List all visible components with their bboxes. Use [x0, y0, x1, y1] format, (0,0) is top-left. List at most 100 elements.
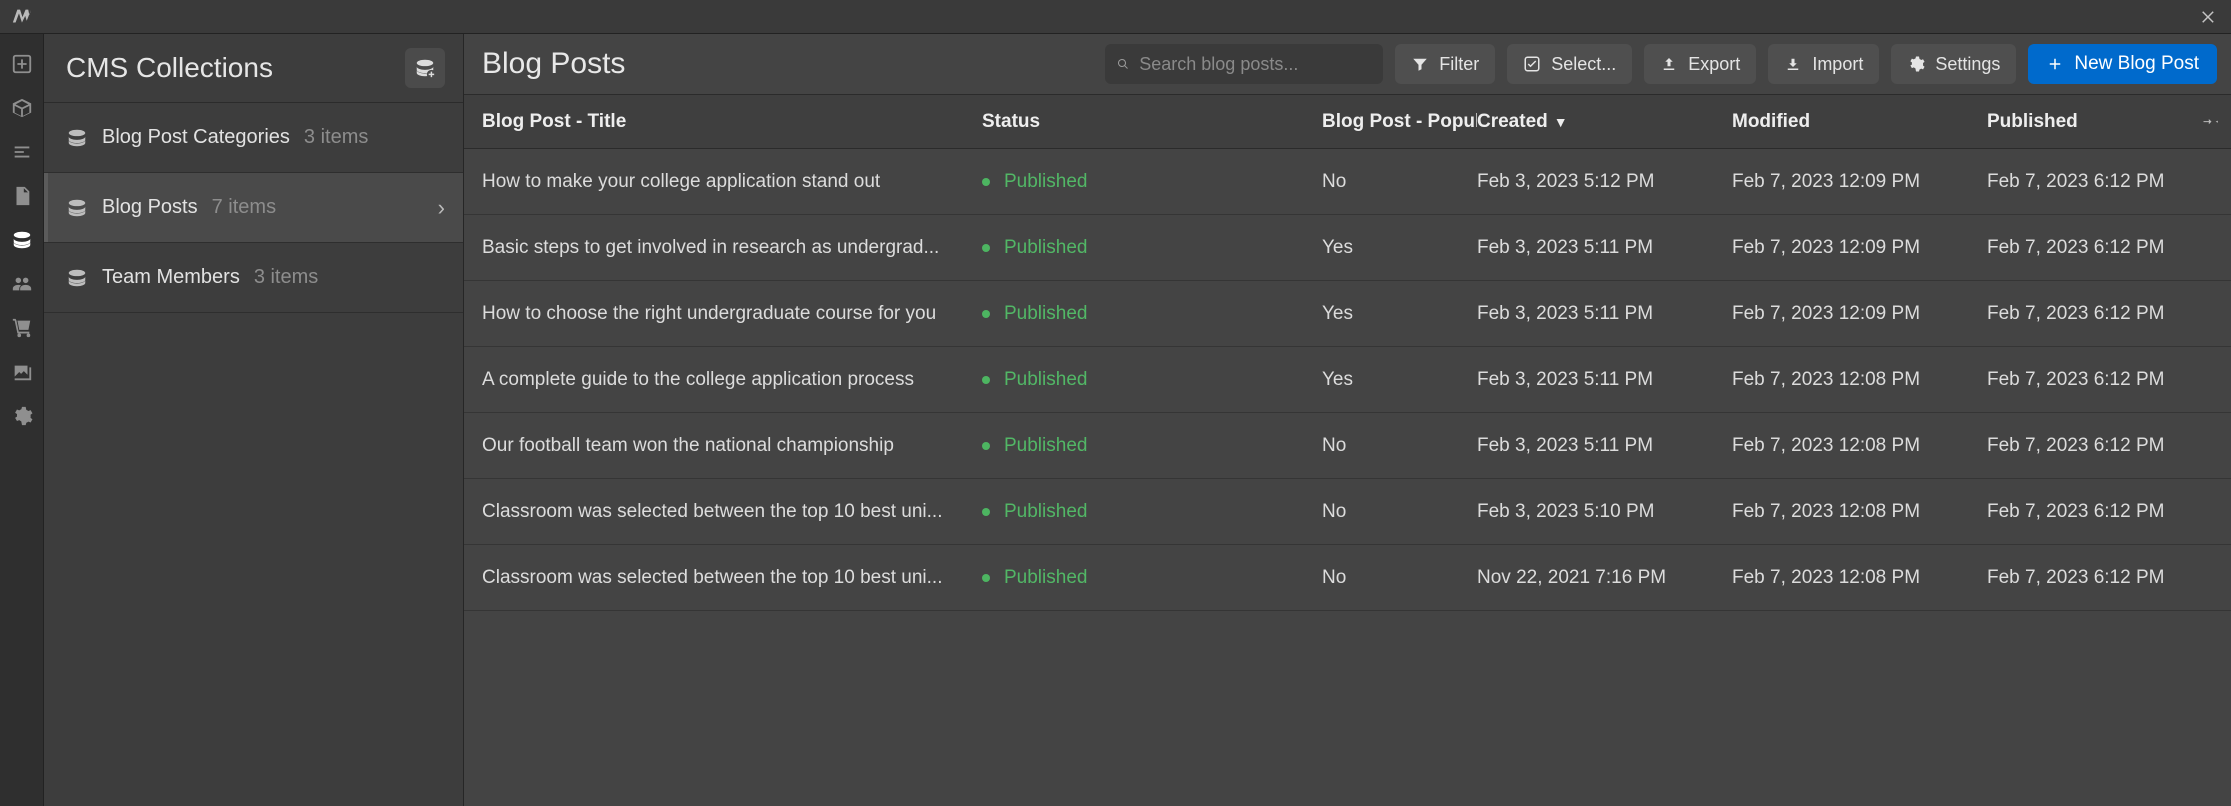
cms-icon[interactable]: [0, 218, 44, 262]
col-popular[interactable]: Blog Post - Popular: [1322, 111, 1477, 133]
cell-published: Feb 7, 2023 6:12 PM: [1987, 237, 2219, 259]
collections-sidebar: CMS Collections Blog Post Categories3 it…: [44, 34, 464, 806]
status-text: Published: [1004, 369, 1087, 391]
col-created[interactable]: Created▼: [1477, 111, 1732, 133]
cell-created: Feb 3, 2023 5:10 PM: [1477, 501, 1732, 523]
cell-created: Feb 3, 2023 5:11 PM: [1477, 237, 1732, 259]
cell-created: Feb 3, 2023 5:12 PM: [1477, 171, 1732, 193]
content-area: Blog Posts Filter Select... Export: [464, 34, 2231, 806]
plus-icon: [2046, 55, 2064, 73]
cell-published: Feb 7, 2023 6:12 PM: [1987, 567, 2219, 589]
cell-title: How to make your college application sta…: [482, 171, 982, 193]
cell-modified: Feb 7, 2023 12:09 PM: [1732, 171, 1987, 193]
collection-count: 3 items: [304, 126, 368, 149]
filter-button[interactable]: Filter: [1395, 44, 1495, 84]
status-dot-icon: [982, 574, 990, 582]
sort-desc-icon: ▼: [1554, 114, 1568, 130]
status-text: Published: [1004, 171, 1087, 193]
cell-status: Published: [982, 435, 1322, 457]
cell-status: Published: [982, 501, 1322, 523]
collection-name: Blog Post Categories: [102, 126, 290, 149]
collection-count: 7 items: [212, 196, 276, 219]
cell-popular: No: [1322, 171, 1477, 193]
status-dot-icon: [982, 376, 990, 384]
cell-published: Feb 7, 2023 6:12 PM: [1987, 369, 2219, 391]
cell-status: Published: [982, 237, 1322, 259]
cell-created: Feb 3, 2023 5:11 PM: [1477, 303, 1732, 325]
collection-item[interactable]: Blog Posts 7 items ›: [44, 173, 463, 243]
status-text: Published: [1004, 567, 1087, 589]
cell-created: Nov 22, 2021 7:16 PM: [1477, 567, 1732, 589]
webflow-logo-icon[interactable]: [0, 6, 44, 28]
assets-icon[interactable]: [0, 350, 44, 394]
table-row[interactable]: Our football team won the national champ…: [464, 413, 2231, 479]
checklist-icon: [1523, 55, 1541, 73]
cell-title: A complete guide to the college applicat…: [482, 369, 982, 391]
cell-modified: Feb 7, 2023 12:08 PM: [1732, 369, 1987, 391]
table-row[interactable]: How to choose the right undergraduate co…: [464, 281, 2231, 347]
col-published[interactable]: Published: [1987, 111, 2219, 133]
cell-status: Published: [982, 171, 1322, 193]
col-title[interactable]: Blog Post - Title: [482, 111, 982, 133]
table-row[interactable]: Classroom was selected between the top 1…: [464, 545, 2231, 611]
settings-button[interactable]: Settings: [1891, 44, 2016, 84]
import-button[interactable]: Import: [1768, 44, 1879, 84]
search-input[interactable]: [1139, 54, 1371, 75]
cell-title: How to choose the right undergraduate co…: [482, 303, 982, 325]
cell-modified: Feb 7, 2023 12:08 PM: [1732, 501, 1987, 523]
settings-rail-icon[interactable]: [0, 394, 44, 438]
cell-popular: Yes: [1322, 237, 1477, 259]
content-title: Blog Posts: [482, 47, 625, 81]
export-button[interactable]: Export: [1644, 44, 1756, 84]
box-icon[interactable]: [0, 86, 44, 130]
collection-item[interactable]: Blog Post Categories 3 items: [44, 103, 463, 173]
cell-modified: Feb 7, 2023 12:08 PM: [1732, 567, 1987, 589]
cell-title: Classroom was selected between the top 1…: [482, 567, 982, 589]
status-dot-icon: [982, 442, 990, 450]
export-icon: [1660, 55, 1678, 73]
table-row[interactable]: Basic steps to get involved in research …: [464, 215, 2231, 281]
page-icon[interactable]: [0, 174, 44, 218]
cell-published: Feb 7, 2023 6:12 PM: [1987, 435, 2219, 457]
table-row[interactable]: Classroom was selected between the top 1…: [464, 479, 2231, 545]
cell-modified: Feb 7, 2023 12:09 PM: [1732, 237, 1987, 259]
table-row[interactable]: A complete guide to the college applicat…: [464, 347, 2231, 413]
search-input-wrap[interactable]: [1105, 44, 1383, 84]
collection-name: Blog Posts: [102, 196, 198, 219]
ecommerce-icon[interactable]: [0, 306, 44, 350]
cell-status: Published: [982, 303, 1322, 325]
status-text: Published: [1004, 501, 1087, 523]
search-icon: [1117, 55, 1129, 73]
status-text: Published: [1004, 303, 1087, 325]
cell-published: Feb 7, 2023 6:12 PM: [1987, 171, 2219, 193]
select-button[interactable]: Select...: [1507, 44, 1632, 84]
left-rail: [0, 34, 44, 806]
import-icon: [1784, 55, 1802, 73]
lines-icon[interactable]: [0, 130, 44, 174]
cell-modified: Feb 7, 2023 12:09 PM: [1732, 303, 1987, 325]
close-icon[interactable]: [2187, 0, 2231, 34]
window-titlebar: [0, 0, 2231, 34]
status-text: Published: [1004, 435, 1087, 457]
pin-icon[interactable]: [2203, 110, 2221, 134]
col-modified[interactable]: Modified: [1732, 111, 1987, 133]
add-icon[interactable]: [0, 42, 44, 86]
users-icon[interactable]: [0, 262, 44, 306]
collection-name: Team Members: [102, 266, 240, 289]
status-dot-icon: [982, 244, 990, 252]
table-row[interactable]: How to make your college application sta…: [464, 149, 2231, 215]
cell-popular: No: [1322, 501, 1477, 523]
cell-published: Feb 7, 2023 6:12 PM: [1987, 303, 2219, 325]
cell-popular: No: [1322, 435, 1477, 457]
new-collection-button[interactable]: [405, 48, 445, 88]
cell-modified: Feb 7, 2023 12:08 PM: [1732, 435, 1987, 457]
cell-published: Feb 7, 2023 6:12 PM: [1987, 501, 2219, 523]
collection-count: 3 items: [254, 266, 318, 289]
cell-title: Our football team won the national champ…: [482, 435, 982, 457]
cell-popular: Yes: [1322, 303, 1477, 325]
col-status[interactable]: Status: [982, 111, 1322, 133]
new-item-button[interactable]: New Blog Post: [2028, 44, 2217, 84]
filter-icon: [1411, 55, 1429, 73]
chevron-right-icon: ›: [438, 195, 445, 221]
collection-item[interactable]: Team Members 3 items: [44, 243, 463, 313]
